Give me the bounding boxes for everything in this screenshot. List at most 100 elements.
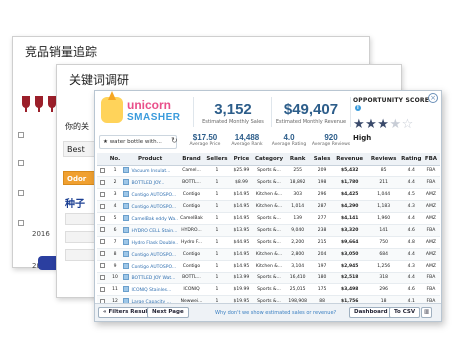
product-thumbnail-icon <box>123 250 130 257</box>
column-header[interactable]: Sales <box>311 153 333 166</box>
column-header[interactable]: Revenue <box>332 153 367 166</box>
cell-fba: AMZ <box>421 260 440 273</box>
row-checkbox[interactable] <box>99 179 105 185</box>
keyword-input-value: Best <box>67 145 85 154</box>
row-checkbox[interactable] <box>99 203 105 209</box>
fba-value: FBA <box>426 287 436 293</box>
column-header[interactable]: FBA <box>421 153 440 166</box>
cell-product[interactable]: Hydro Flask Double... <box>122 236 178 249</box>
rank-value: 139 <box>293 216 302 221</box>
info-icon[interactable]: i <box>355 105 361 111</box>
search-input[interactable]: ★ water bottle with... <box>99 135 177 149</box>
cell-product[interactable]: ICONIQ Stainles... <box>122 283 178 297</box>
table-row[interactable]: 8 Contigo AUTOSPO... Contigo 1 $14.95 Kitchen… <box>97 248 440 261</box>
cell-revenue: $2,945 <box>332 260 367 273</box>
column-header[interactable]: Rank <box>283 153 312 166</box>
table-row[interactable]: 2 BOTTLED JOY... BOTTL... 1 $8.99 Sports &...… <box>97 176 440 190</box>
row-checkbox[interactable] <box>99 167 105 173</box>
table-row[interactable]: 3 Contigo AUTOSPO... Contigo 1 $14.95 Kitchen… <box>97 188 440 202</box>
product-thumbnail-icon <box>123 191 130 198</box>
divider <box>271 97 272 127</box>
checkbox[interactable] <box>18 160 24 166</box>
column-header[interactable]: Category <box>254 153 284 166</box>
product-value: BOTTLED JOY Wat... <box>131 276 176 282</box>
table-row[interactable]: 11 ICONIQ Stainles... ICONIQ 1 $19.99 Sports … <box>97 283 440 297</box>
rank-value: 3,104 <box>291 263 305 269</box>
category-value: Sports &... <box>257 287 281 293</box>
table-row[interactable]: 6 HYDRO CELL Stain... HYDRO... 1 $13.95 Sport… <box>97 224 440 237</box>
column-header[interactable]: Price <box>228 153 255 166</box>
column-header[interactable] <box>97 153 108 166</box>
category-value: Kitchen &... <box>255 263 283 269</box>
cell-product[interactable]: BOTTLED JOY... <box>122 176 178 190</box>
column-header[interactable]: Brand <box>177 153 206 166</box>
no-value: 8 <box>113 251 117 257</box>
cell-product[interactable]: Vacuum Insulat... <box>122 165 178 178</box>
cell-product[interactable]: Contigo AUTOSPO... <box>122 260 178 273</box>
price-value: $8.99 <box>234 180 248 186</box>
cell-product[interactable]: HYDRO CELL Stain... <box>122 224 178 237</box>
rank-value: 2,800 <box>291 251 305 257</box>
cell-product[interactable]: Contigo AUTOSPO... <box>122 248 178 261</box>
cell-reviews: 1,960 <box>366 212 401 225</box>
row-checkbox[interactable] <box>99 239 105 245</box>
no-value: 6 <box>113 227 117 233</box>
cell-rating: 4.6 <box>400 283 422 297</box>
monthly-revenue-label: Estimated Monthly Revenue <box>275 119 347 125</box>
revenue-value: $1,780 <box>341 180 359 186</box>
to-csv-button[interactable]: To CSV <box>389 307 421 318</box>
cell-rank: 303 <box>283 188 312 202</box>
chart-icon[interactable]: ▥ <box>421 307 433 318</box>
table-row[interactable]: 9 Contigo AUTOSPO... Contigo 1 $14.95 Kitchen… <box>97 260 440 273</box>
category-value: Sports &... <box>257 168 281 174</box>
row-checkbox-cell <box>97 188 108 202</box>
cell-sellers: 1 <box>205 176 229 190</box>
cell-product[interactable]: BOTTLED JOY Wat... <box>122 272 178 285</box>
column-header[interactable]: Rating <box>400 153 422 166</box>
row-checkbox[interactable] <box>99 215 105 221</box>
table-row[interactable]: 5 CamelBak eddy Wa... CamelBak 1 $14.95 Sport… <box>97 212 440 225</box>
checkbox[interactable] <box>18 220 24 226</box>
revenue-value: $9,664 <box>341 239 359 245</box>
price-value: $14.95 <box>233 263 250 269</box>
checkbox[interactable] <box>18 132 24 138</box>
next-page-button[interactable]: Next Page <box>147 307 189 318</box>
table-row[interactable]: 10 BOTTLED JOY Wat... BOTTL... 1 $13.99 Sport… <box>97 272 440 285</box>
cell-product[interactable]: Contigo AUTOSPO... <box>122 188 178 202</box>
column-header[interactable]: Product <box>122 153 178 166</box>
row-checkbox[interactable] <box>99 286 105 292</box>
dashboard-button[interactable]: Dashboard <box>349 307 393 318</box>
checkbox[interactable] <box>18 190 24 196</box>
fba-value: AMZ <box>425 263 436 269</box>
no-value: 11 <box>112 287 118 293</box>
cell-brand: BOTTL... <box>177 176 206 190</box>
cell-product[interactable]: Contigo AUTOSPO... <box>122 200 178 214</box>
table-row[interactable]: 4 Contigo AUTOSPO... Contigo 1 $14.95 Kitchen… <box>97 200 440 214</box>
fba-value: FBA <box>426 227 436 233</box>
row-checkbox[interactable] <box>99 191 105 197</box>
column-header[interactable]: Reviews <box>366 153 401 166</box>
table-row[interactable]: 7 Hydro Flask Double... Hydro F... 1 $44.95 S… <box>97 236 440 249</box>
product-value: CamelBak eddy Wa... <box>131 217 178 222</box>
refresh-icon[interactable]: ↻ <box>171 136 178 145</box>
panel-footer: « Filters Results Next Page Why don't we… <box>95 303 441 321</box>
row-checkbox[interactable] <box>99 274 105 280</box>
cell-rank: 9,040 <box>283 224 312 237</box>
monthly-sales-value: 3,152 <box>214 101 252 118</box>
cell-product[interactable]: CamelBak eddy Wa... <box>122 212 178 225</box>
cell-reviews: 1,256 <box>366 260 401 273</box>
wine-glass-icon <box>35 96 43 112</box>
cell-sales: 204 <box>311 248 333 261</box>
cell-fba: FBA <box>421 165 440 178</box>
column-header[interactable]: No. <box>107 153 123 166</box>
row-checkbox[interactable] <box>99 263 105 269</box>
row-checkbox[interactable] <box>99 227 105 233</box>
category-value: Kitchen &... <box>255 204 283 210</box>
unicorn-smasher-logo: unicorn SMASHER <box>99 91 189 127</box>
cell-category: Kitchen &... <box>254 188 284 202</box>
table-row[interactable]: 1 Vacuum Insulat... Camel... 1 $25.99 Sports … <box>97 165 440 178</box>
row-checkbox[interactable] <box>99 251 105 257</box>
column-header[interactable]: Sellers <box>205 153 229 166</box>
product-value: BOTTLED JOY... <box>131 181 165 187</box>
why-estimates-link[interactable]: Why don't we show estimated sales or rev… <box>215 310 336 316</box>
